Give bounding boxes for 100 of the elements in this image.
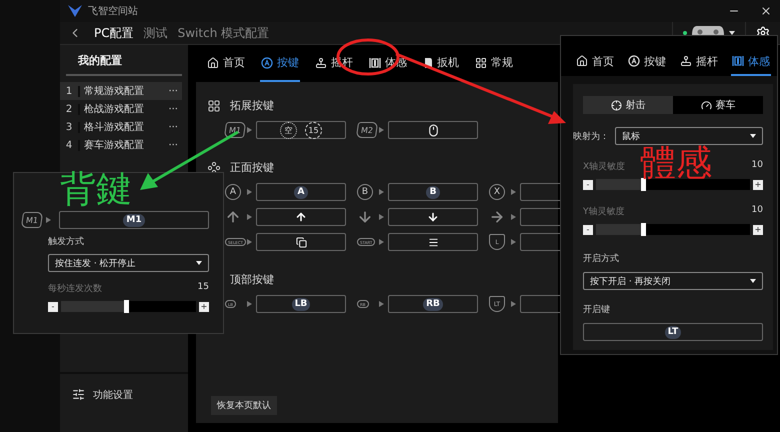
config-item[interactable]: 2 枪战游戏配置 ··· <box>60 100 182 118</box>
mapping-field[interactable] <box>388 233 478 251</box>
more-button[interactable]: ··· <box>168 140 182 150</box>
home-icon <box>576 55 588 67</box>
caret-icon <box>511 301 516 307</box>
paddle-icon: M1 <box>224 122 246 138</box>
more-button[interactable]: ··· <box>168 86 182 96</box>
annotation-text: 體感 <box>640 146 712 182</box>
caret-icon <box>750 134 756 138</box>
mapping-field[interactable] <box>256 208 346 226</box>
increase-button[interactable]: + <box>753 224 763 234</box>
window-title: 飞智空间站 <box>88 4 139 18</box>
caret-icon <box>247 127 252 133</box>
mapping-field[interactable]: RB <box>388 295 478 313</box>
dropdown[interactable]: 按住连发 · 松开停止 <box>48 254 209 272</box>
slider-track[interactable] <box>61 301 196 312</box>
mapping-field[interactable]: 空 15 <box>256 121 346 139</box>
increase-button[interactable]: + <box>199 302 209 312</box>
nav-tab[interactable]: Switch 模式配置 <box>178 24 270 42</box>
tab[interactable]: 按键 <box>627 48 667 76</box>
caret-icon <box>247 301 252 307</box>
field-label: 开启键 <box>583 304 611 316</box>
mapping-field[interactable]: B <box>388 183 478 201</box>
slider-thumb[interactable] <box>124 300 130 313</box>
config-item[interactable]: 3 格斗游戏配置 ··· <box>60 118 182 136</box>
key-badge: A <box>294 186 308 198</box>
mapping-field[interactable] <box>388 208 478 226</box>
bracket-icon <box>732 55 744 67</box>
caret-icon <box>750 279 756 283</box>
tab[interactable]: 首页 <box>575 48 615 76</box>
field-label: 开启方式 <box>583 252 620 265</box>
decrease-button[interactable]: - <box>48 302 58 312</box>
caret-icon <box>379 301 384 307</box>
circle-icon <box>261 56 273 68</box>
bracket-icon <box>369 56 381 68</box>
slider-track[interactable] <box>596 224 750 235</box>
key-badge: RB <box>423 298 443 310</box>
key-badge: B <box>426 186 440 198</box>
tab[interactable]: 摇杆 <box>679 48 719 76</box>
increase-button[interactable]: + <box>753 180 763 190</box>
close-icon[interactable] <box>760 5 772 17</box>
settings-sliders-icon <box>72 388 85 401</box>
turbo-badge: 15 <box>305 122 322 138</box>
slider-track[interactable] <box>596 179 750 190</box>
config-item[interactable]: 1 常规游戏配置 ··· <box>60 82 182 100</box>
key-badge: LB <box>292 298 310 310</box>
open-key-field[interactable]: LT <box>583 323 763 341</box>
mapping-field[interactable] <box>256 233 346 251</box>
slider-value: 10 <box>752 205 763 217</box>
caret-icon <box>379 127 384 133</box>
caret-icon <box>379 189 384 195</box>
arrow-up-icon <box>295 211 307 223</box>
field-label: X轴灵敏度 <box>583 160 626 173</box>
nav-tab[interactable]: PC配置 <box>94 24 134 42</box>
more-button[interactable]: ··· <box>168 104 182 114</box>
crosshair-icon <box>610 100 622 110</box>
config-item[interactable]: 4 赛车游戏配置 ··· <box>60 136 182 154</box>
tab[interactable]: 体感 <box>731 48 771 76</box>
key-badge: LT <box>664 326 682 338</box>
tab[interactable]: 常规 <box>474 45 514 82</box>
paddles-icon <box>208 100 220 112</box>
item-number: 1 <box>60 86 80 96</box>
item-label: 格斗游戏配置 <box>83 120 145 134</box>
arrow-right-icon <box>489 209 505 225</box>
key-badge: M1 <box>123 214 145 226</box>
circle-icon <box>628 55 640 67</box>
status-dot-icon <box>683 31 687 35</box>
nav-tab[interactable]: 测试 <box>144 24 168 42</box>
section-title: 顶部按键 <box>230 272 274 287</box>
joystick-icon <box>680 55 692 67</box>
key-badge: 空 <box>280 122 297 138</box>
mode-toggle[interactable]: 赛车 <box>673 96 763 114</box>
decrease-button[interactable]: - <box>583 224 593 234</box>
slider-thumb[interactable] <box>640 178 646 191</box>
restore-defaults-button[interactable]: 恢复本页默认 <box>211 396 277 415</box>
mapping-field[interactable] <box>388 121 478 139</box>
slider-thumb[interactable] <box>640 223 646 236</box>
paddle-icon: M1 <box>20 212 44 228</box>
mapping-field[interactable]: A <box>256 183 346 201</box>
face-button-icon: B <box>357 184 373 200</box>
grid-icon <box>475 56 487 68</box>
dropdown[interactable]: 鼠标 <box>615 127 763 145</box>
joystick-icon <box>315 56 327 68</box>
field-label: Y轴灵敏度 <box>583 206 624 218</box>
mapping-field[interactable]: M1 <box>59 211 209 229</box>
mapping-field[interactable]: LB <box>256 295 346 313</box>
tab[interactable]: 扳机 <box>422 45 460 82</box>
decrease-button[interactable]: - <box>583 180 593 190</box>
dropdown[interactable]: 按下开启 · 再按关闭 <box>583 272 763 290</box>
tab[interactable]: 首页 <box>206 45 246 82</box>
field-label: 触发方式 <box>48 236 85 248</box>
item-number: 3 <box>60 122 80 132</box>
mode-toggle[interactable]: 射击 <box>583 96 673 114</box>
more-button[interactable]: ··· <box>168 122 182 132</box>
function-settings-link[interactable]: 功能设置 <box>93 388 133 402</box>
slider-value: 10 <box>752 160 763 172</box>
gauge-icon <box>700 100 712 110</box>
field-label: 映射为： <box>573 130 609 142</box>
caret-icon <box>247 189 252 195</box>
paddle-icon: M2 <box>356 122 378 138</box>
